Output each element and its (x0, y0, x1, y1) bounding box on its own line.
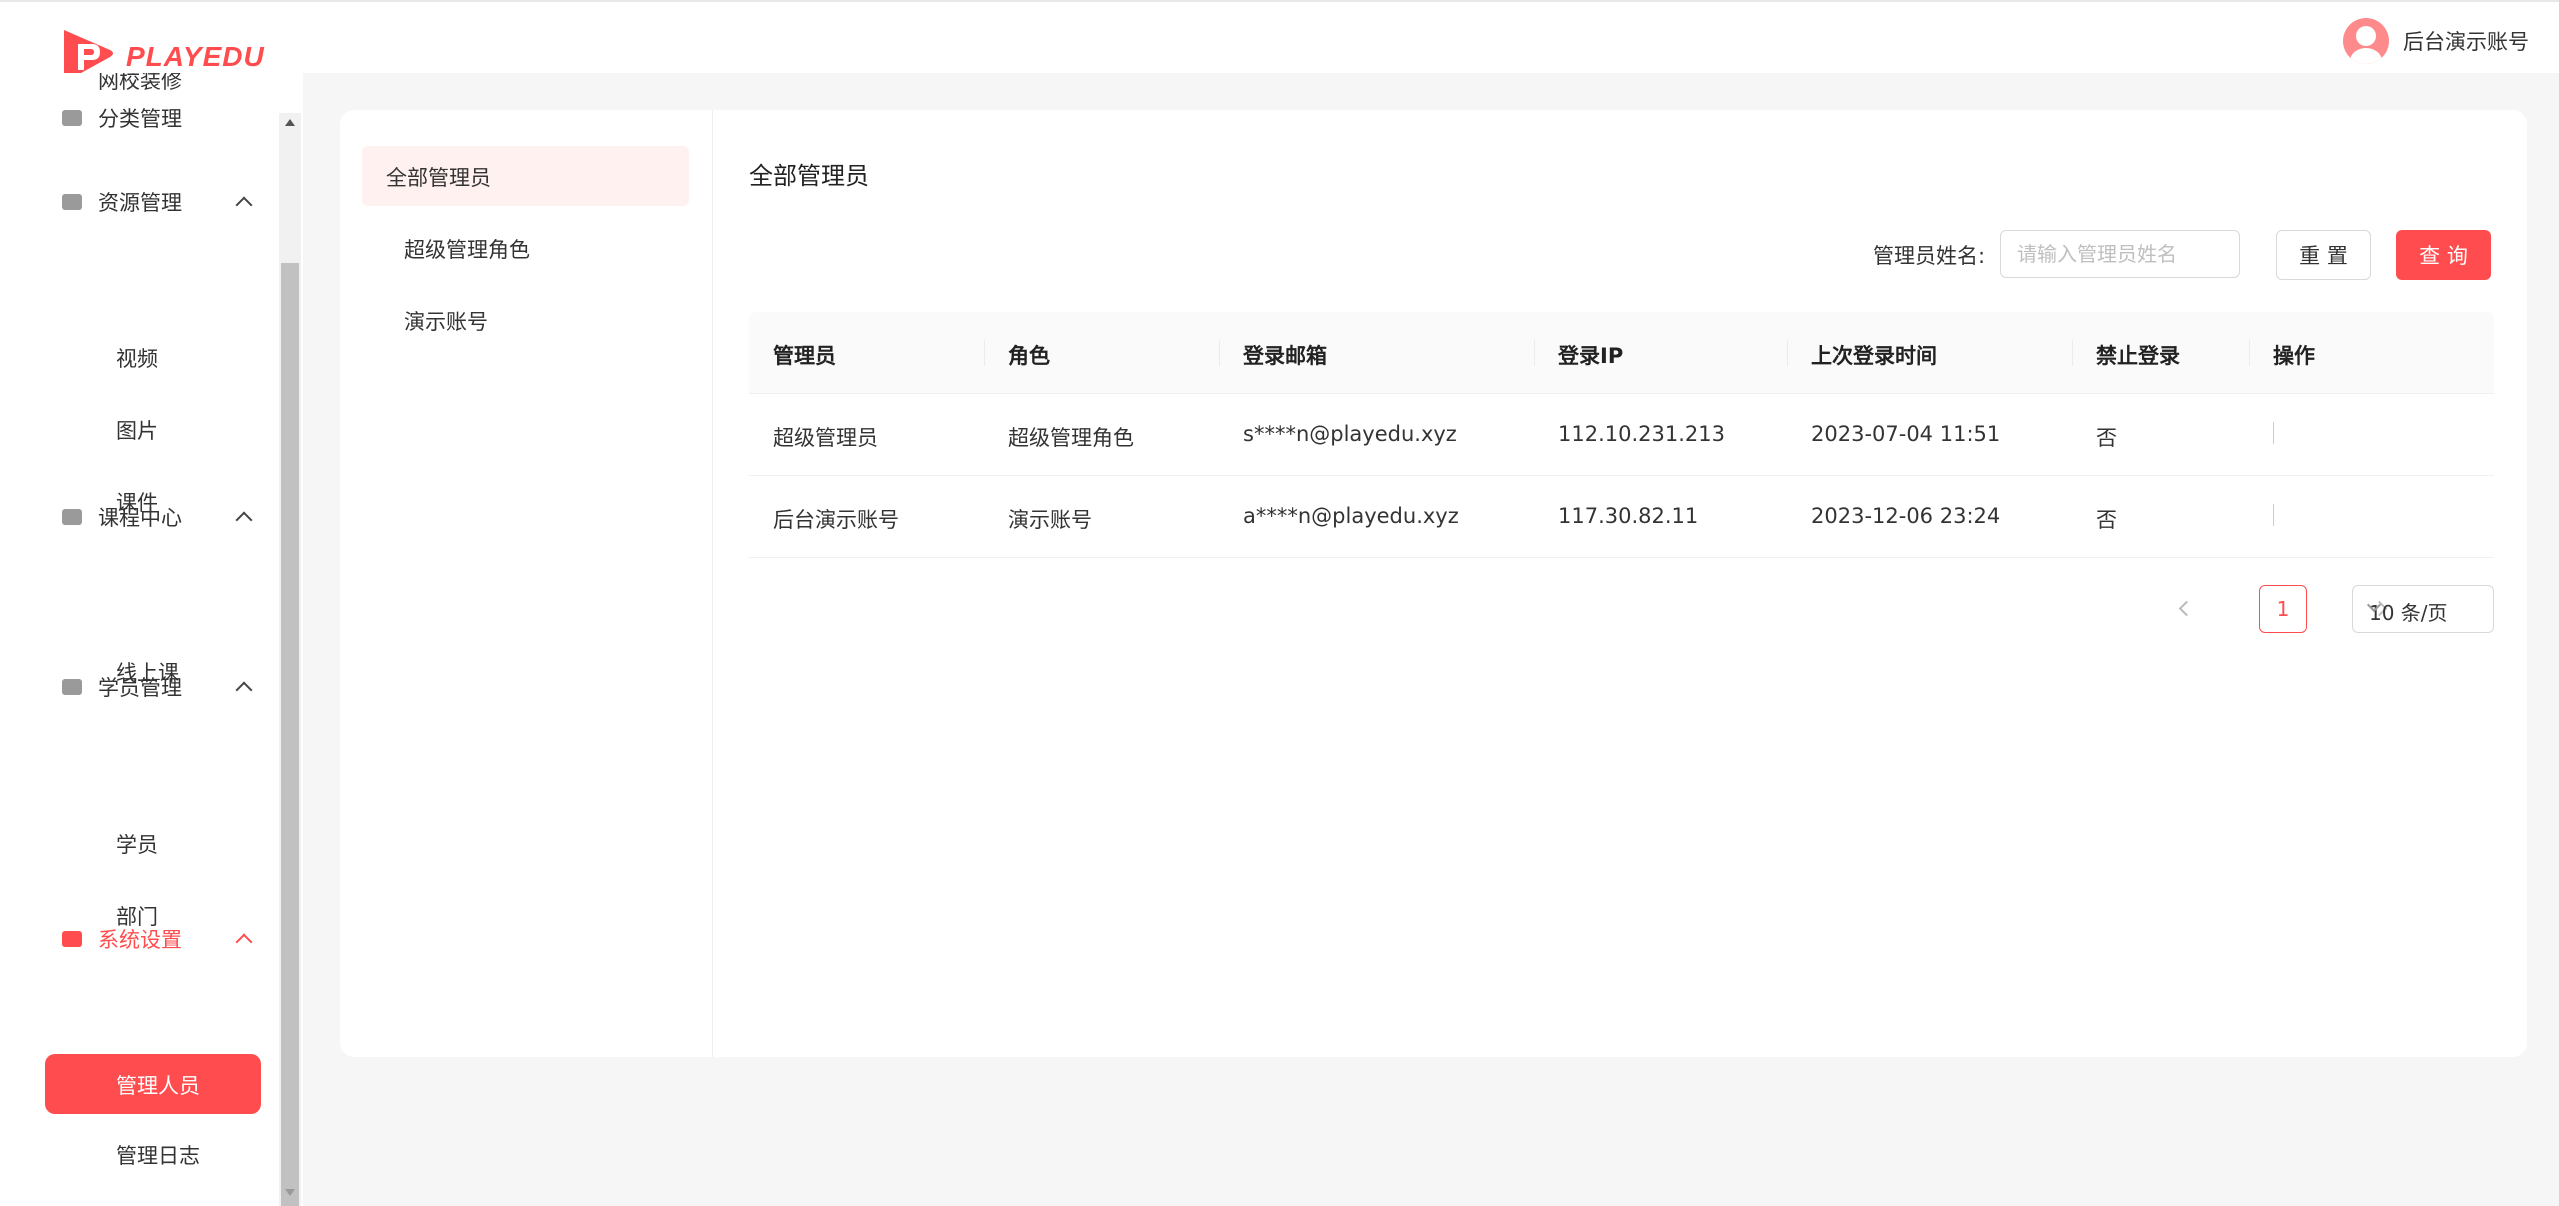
cell-last-login: 2023-07-04 11:51 (1811, 422, 2000, 446)
cell-banned: 否 (2096, 422, 2117, 452)
sidebar-item-label: 课程中心 (98, 502, 182, 532)
column-separator (1787, 340, 1788, 366)
role-label: 全部管理员 (386, 162, 491, 192)
pagination: 1 10 条/页 (749, 585, 2494, 633)
chevron-left-icon[interactable] (2179, 601, 2195, 617)
column-header-email: 登录邮箱 (1243, 340, 1327, 370)
scroll-thumb[interactable] (281, 263, 299, 1206)
sidebar-scrollbar[interactable] (279, 113, 301, 1206)
column-header-actions: 操作 (2273, 340, 2315, 370)
main-card: 全部管理员 超级管理角色 演示账号 全部管理员 管理员姓名: 重 置 查 询 管… (340, 110, 2527, 1057)
role-label: 演示账号 (404, 306, 488, 336)
column-separator (984, 340, 985, 366)
user-menu[interactable]: 后台演示账号 (2343, 18, 2529, 64)
sidebar-subitem-label: 学员 (116, 829, 158, 859)
cell-actions-divider (2273, 504, 2274, 526)
sidebar-item-category[interactable]: 分类管理 (0, 88, 280, 148)
folder-icon (62, 194, 82, 210)
sidebar-item-resources[interactable]: 资源管理 (0, 172, 280, 232)
sidebar-item-students[interactable]: 学员管理 (0, 657, 280, 717)
sidebar-subitem-student[interactable]: 学员 (0, 815, 280, 871)
chevron-up-icon (236, 512, 253, 529)
user-card-icon (62, 679, 82, 695)
chevron-up-icon (236, 682, 253, 699)
cell-banned: 否 (2096, 504, 2117, 534)
cell-ip: 117.30.82.11 (1558, 504, 1698, 528)
column-separator (2072, 340, 2073, 366)
column-header-last-login: 上次登录时间 (1811, 340, 1937, 370)
logo-text: PLAYEDU (126, 41, 265, 73)
cell-admin: 后台演示账号 (773, 504, 899, 534)
column-header-admin: 管理员 (773, 340, 836, 370)
column-separator (1219, 340, 1220, 366)
cell-last-login: 2023-12-06 23:24 (1811, 504, 2000, 528)
admin-name-input[interactable] (2000, 230, 2240, 278)
page-size-select[interactable]: 10 条/页 (2352, 585, 2494, 633)
sidebar-subitem-label: 管理日志 (116, 1140, 200, 1170)
sidebar: 网校装修 分类管理 资源管理 视频 图片 课件 课程中心 线上课 学员管理 学员… (0, 73, 303, 1206)
settings-icon (62, 931, 82, 947)
user-name[interactable]: 后台演示账号 (2403, 26, 2529, 56)
sidebar-subitem-admins[interactable]: 管理人员 (45, 1054, 261, 1114)
table-row: 超级管理员 超级管理角色 s****n@playedu.xyz 112.10.2… (749, 394, 2494, 476)
sidebar-item-label: 系统设置 (98, 924, 182, 954)
cell-actions-divider (2273, 422, 2274, 444)
cell-email: s****n@playedu.xyz (1243, 422, 1457, 446)
sidebar-item-label: 分类管理 (98, 103, 182, 133)
role-panel: 全部管理员 超级管理角色 演示账号 (340, 110, 713, 1057)
column-header-role: 角色 (1008, 340, 1050, 370)
sidebar-subitem-admin-logs[interactable]: 管理日志 (0, 1126, 280, 1182)
column-separator (2249, 340, 2250, 366)
sidebar-subitem-label: 图片 (116, 415, 158, 445)
sidebar-subitem-image[interactable]: 图片 (0, 401, 280, 457)
role-item-all-admins[interactable]: 全部管理员 (362, 146, 689, 206)
cell-email: a****n@playedu.xyz (1243, 504, 1459, 528)
cell-role: 超级管理角色 (1008, 422, 1134, 452)
role-label: 超级管理角色 (404, 234, 530, 264)
column-separator (1534, 340, 1535, 366)
page-size-value: 10 条/页 (2369, 597, 2448, 626)
column-header-ip: 登录IP (1558, 340, 1623, 370)
cell-admin: 超级管理员 (773, 422, 878, 452)
chevron-up-icon (236, 197, 253, 214)
column-header-banned: 禁止登录 (2096, 340, 2180, 370)
cell-role: 演示账号 (1008, 504, 1092, 534)
admin-content: 全部管理员 管理员姓名: 重 置 查 询 管理员 角色 登录邮箱 登录IP 上次… (749, 110, 2494, 1057)
reset-button[interactable]: 重 置 (2276, 230, 2371, 280)
sidebar-subitem-video[interactable]: 视频 (0, 329, 280, 385)
sidebar-item-label: 资源管理 (98, 187, 182, 217)
scroll-down-arrow-icon[interactable] (285, 1189, 295, 1196)
admin-table: 管理员 角色 登录邮箱 登录IP 上次登录时间 禁止登录 操作 超级管理员 超级… (749, 312, 2494, 558)
top-header: PLAYEDU 后台演示账号 (0, 0, 2559, 73)
admin-name-label: 管理员姓名: (1873, 240, 1985, 270)
inbox-icon (62, 110, 82, 126)
search-button[interactable]: 查 询 (2396, 230, 2491, 280)
sidebar-item-course-center[interactable]: 课程中心 (0, 487, 280, 547)
sidebar-subitem-label: 管理人员 (116, 1070, 200, 1100)
cell-ip: 112.10.231.213 (1558, 422, 1725, 446)
chevron-up-icon (236, 934, 253, 951)
role-item-super-admin[interactable]: 超级管理角色 (362, 218, 689, 278)
desktop-icon (62, 509, 82, 525)
sidebar-subitem-label: 视频 (116, 343, 158, 373)
sidebar-item-system-settings[interactable]: 系统设置 (0, 909, 280, 969)
avatar[interactable] (2343, 18, 2389, 64)
sidebar-item-label: 学员管理 (98, 672, 182, 702)
role-item-demo-account[interactable]: 演示账号 (362, 290, 689, 350)
scroll-up-arrow-icon[interactable] (285, 119, 295, 126)
table-row: 后台演示账号 演示账号 a****n@playedu.xyz 117.30.82… (749, 476, 2494, 558)
table-header: 管理员 角色 登录邮箱 登录IP 上次登录时间 禁止登录 操作 (749, 312, 2494, 394)
page-title: 全部管理员 (749, 156, 869, 191)
page-number-current[interactable]: 1 (2259, 585, 2307, 633)
